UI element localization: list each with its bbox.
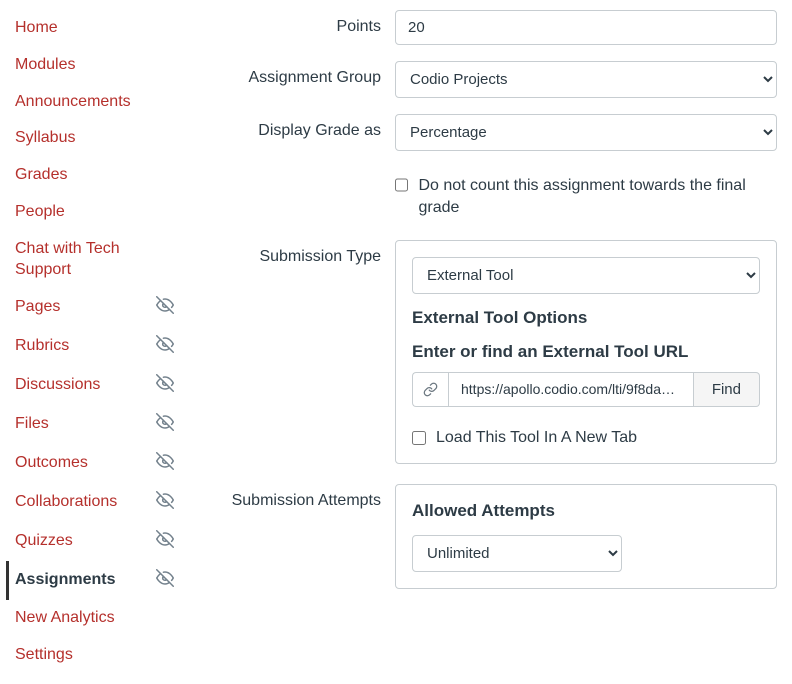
hidden-icon: [156, 569, 180, 592]
allowed-attempts-heading: Allowed Attempts: [412, 501, 760, 521]
hidden-icon: [156, 530, 180, 553]
sidebar-item-label: Announcements: [15, 92, 131, 113]
external-tool-url-heading: Enter or find an External Tool URL: [412, 342, 760, 362]
points-label: Points: [200, 10, 395, 36]
sidebar-item-syllabus[interactable]: Syllabus: [15, 120, 180, 157]
sidebar-item-label: Pages: [15, 297, 60, 318]
points-input[interactable]: [395, 10, 777, 45]
submission-type-panel: External Tool External Tool Options Ente…: [395, 240, 777, 464]
allowed-attempts-select[interactable]: Unlimited: [412, 535, 622, 572]
sidebar-item-rubrics[interactable]: Rubrics: [15, 327, 180, 366]
sidebar-item-label: Rubrics: [15, 336, 69, 357]
find-button[interactable]: Find: [694, 372, 760, 407]
sidebar-item-label: Settings: [15, 645, 73, 666]
sidebar-item-quizzes[interactable]: Quizzes: [15, 522, 180, 561]
sidebar-item-label: Chat with Tech Support: [15, 239, 180, 281]
sidebar-item-announcements[interactable]: Announcements: [15, 84, 180, 121]
sidebar-item-label: Modules: [15, 55, 75, 76]
submission-attempts-label: Submission Attempts: [200, 484, 395, 510]
assignment-group-select[interactable]: Codio Projects: [395, 61, 777, 98]
external-tool-url-input[interactable]: [448, 372, 694, 407]
load-new-tab-checkbox[interactable]: [412, 431, 426, 445]
hidden-icon: [156, 335, 180, 358]
hidden-icon: [156, 374, 180, 397]
sidebar-item-modules[interactable]: Modules: [15, 47, 180, 84]
assignment-group-label: Assignment Group: [200, 61, 395, 87]
display-grade-label: Display Grade as: [200, 114, 395, 140]
sidebar-item-discussions[interactable]: Discussions: [15, 366, 180, 405]
assignment-form: Points Assignment Group Codio Projects D…: [180, 10, 777, 674]
sidebar-item-outcomes[interactable]: Outcomes: [15, 444, 180, 483]
sidebar-item-grades[interactable]: Grades: [15, 157, 180, 194]
sidebar-item-people[interactable]: People: [15, 194, 180, 231]
load-new-tab-label: Load This Tool In A New Tab: [436, 429, 637, 447]
course-sidebar: Home Modules Announcements Syllabus Grades Pe…: [15, 10, 180, 674]
link-icon: [412, 372, 448, 407]
sidebar-item-new-analytics[interactable]: New Analytics: [15, 600, 180, 637]
sidebar-item-label: New Analytics: [15, 608, 115, 629]
sidebar-item-chat-with-tech-support[interactable]: Chat with Tech Support: [15, 231, 180, 289]
submission-type-select[interactable]: External Tool: [412, 257, 760, 294]
sidebar-item-label: Collaborations: [15, 492, 117, 513]
sidebar-item-label: Grades: [15, 165, 67, 186]
sidebar-item-label: Quizzes: [15, 531, 73, 552]
sidebar-item-label: Syllabus: [15, 128, 75, 149]
sidebar-item-label: People: [15, 202, 65, 223]
sidebar-item-label: Files: [15, 414, 49, 435]
submission-type-label: Submission Type: [200, 240, 395, 266]
sidebar-item-pages[interactable]: Pages: [15, 288, 180, 327]
external-tool-options-heading: External Tool Options: [412, 308, 760, 328]
no-count-label: Do not count this assignment towards the…: [418, 175, 777, 220]
sidebar-item-label: Home: [15, 18, 58, 39]
sidebar-item-settings[interactable]: Settings: [15, 637, 180, 674]
hidden-icon: [156, 296, 180, 319]
sidebar-item-home[interactable]: Home: [15, 10, 180, 47]
no-count-checkbox[interactable]: [395, 178, 408, 192]
hidden-icon: [156, 491, 180, 514]
sidebar-item-assignments[interactable]: Assignments: [6, 561, 180, 600]
hidden-icon: [156, 452, 180, 475]
sidebar-item-collaborations[interactable]: Collaborations: [15, 483, 180, 522]
sidebar-item-label: Discussions: [15, 375, 100, 396]
sidebar-item-label: Assignments: [15, 570, 115, 591]
sidebar-item-label: Outcomes: [15, 453, 88, 474]
submission-attempts-panel: Allowed Attempts Unlimited: [395, 484, 777, 589]
sidebar-item-files[interactable]: Files: [15, 405, 180, 444]
display-grade-select[interactable]: Percentage: [395, 114, 777, 151]
hidden-icon: [156, 413, 180, 436]
